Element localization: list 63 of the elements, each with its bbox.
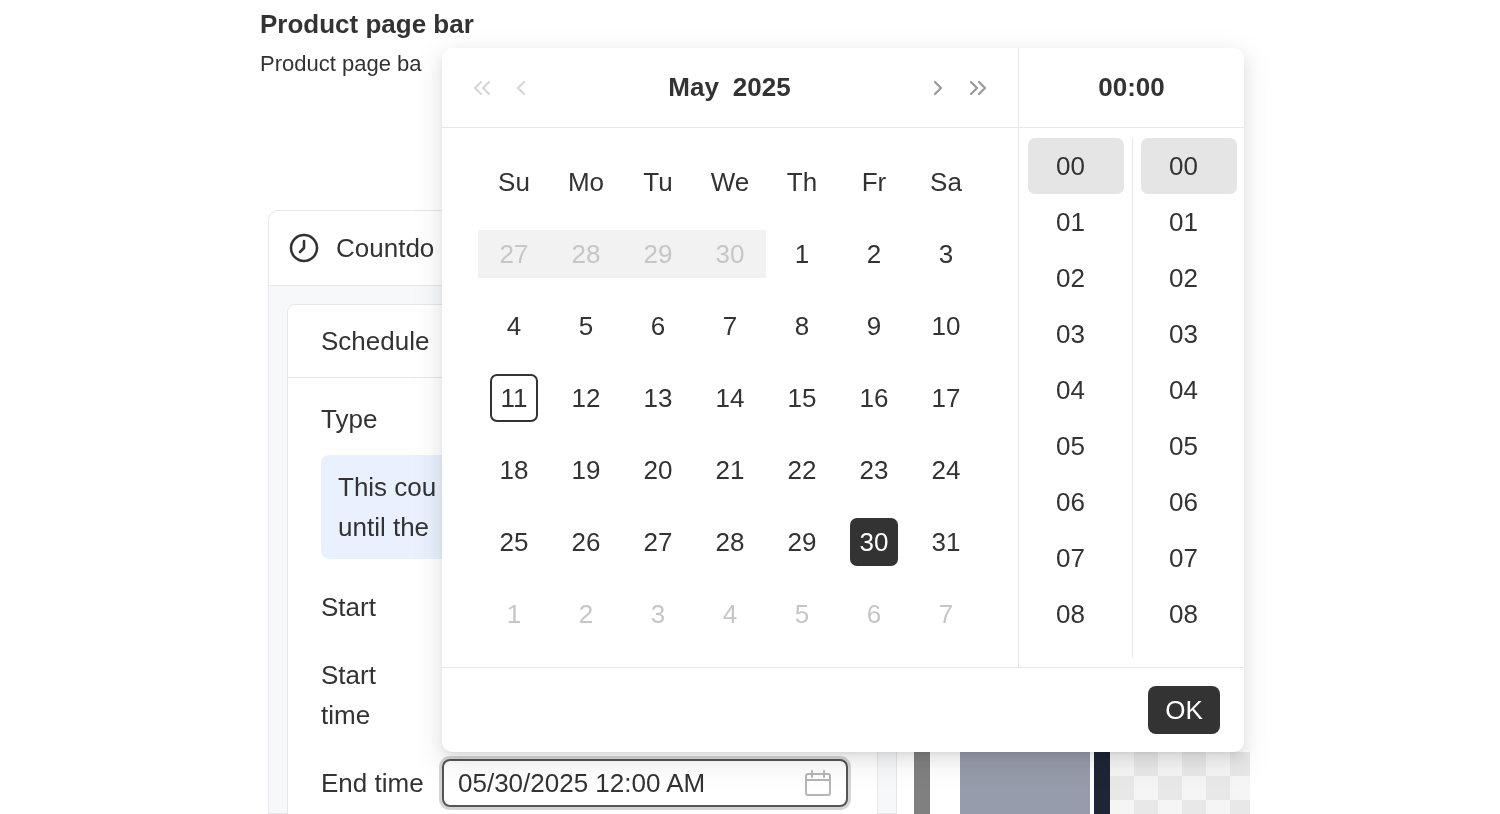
calendar-day[interactable]: 8 bbox=[778, 302, 826, 350]
calendar-day[interactable]: 4 bbox=[490, 302, 538, 350]
page-subtitle: Product page ba bbox=[260, 50, 422, 78]
page-title: Product page bar bbox=[260, 8, 474, 41]
hour-option[interactable]: 06 bbox=[1028, 474, 1124, 530]
hour-option[interactable]: 08 bbox=[1028, 586, 1124, 642]
field-label: Start bbox=[321, 591, 377, 624]
weekday-label: Mo bbox=[567, 165, 605, 199]
minute-option[interactable]: 07 bbox=[1141, 530, 1237, 586]
calendar-day[interactable]: 16 bbox=[850, 374, 898, 422]
weekday-label: Th bbox=[786, 165, 818, 199]
section-title: Schedule bbox=[321, 324, 430, 358]
field-label: Type bbox=[321, 403, 378, 436]
calendar-day[interactable]: 13 bbox=[634, 374, 682, 422]
weekday-label: Tu bbox=[643, 165, 673, 199]
minute-option[interactable]: 04 bbox=[1141, 362, 1237, 418]
weekday-label: Sa bbox=[930, 165, 962, 199]
calendar-day[interactable]: 30 bbox=[850, 518, 898, 566]
minute-option[interactable]: 06 bbox=[1141, 474, 1237, 530]
calendar-day[interactable]: 11 bbox=[490, 374, 538, 422]
calendar-day[interactable]: 14 bbox=[706, 374, 754, 422]
weekday-label: Fr bbox=[861, 165, 887, 199]
calendar-day[interactable]: 24 bbox=[922, 446, 970, 494]
minute-option[interactable]: 02 bbox=[1141, 250, 1237, 306]
hour-option[interactable]: 00 bbox=[1028, 138, 1124, 194]
hour-option[interactable]: 05 bbox=[1028, 418, 1124, 474]
weekday-label: Su bbox=[498, 165, 530, 199]
calendar-day[interactable]: 1 bbox=[778, 230, 826, 278]
calendar-day[interactable]: 2 bbox=[850, 230, 898, 278]
weekday-label: We bbox=[710, 165, 750, 199]
calendar-day[interactable]: 17 bbox=[922, 374, 970, 422]
field-label: End time bbox=[321, 768, 424, 798]
preview-strip bbox=[1094, 752, 1110, 814]
minute-option[interactable]: 03 bbox=[1141, 306, 1237, 362]
hour-option[interactable]: 04 bbox=[1028, 362, 1124, 418]
date-time-input[interactable]: 05/30/2025 12:00 AM bbox=[442, 759, 848, 807]
calendar-icon bbox=[804, 769, 832, 797]
calendar-day[interactable]: 12 bbox=[562, 374, 610, 422]
hour-option[interactable]: 01 bbox=[1028, 194, 1124, 250]
ok-button[interactable]: OK bbox=[1148, 686, 1220, 734]
preview-strip bbox=[914, 752, 930, 814]
hour-option[interactable]: 03 bbox=[1028, 306, 1124, 362]
field-label: Start time bbox=[321, 659, 377, 732]
minute-option[interactable]: 08 bbox=[1141, 586, 1237, 642]
calendar-day[interactable]: 5 bbox=[562, 302, 610, 350]
hour-option[interactable]: 07 bbox=[1028, 530, 1124, 586]
calendar-day[interactable]: 15 bbox=[778, 374, 826, 422]
hour-option[interactable]: 02 bbox=[1028, 250, 1124, 306]
minute-option[interactable]: 01 bbox=[1141, 194, 1237, 250]
minute-option[interactable]: 00 bbox=[1141, 138, 1237, 194]
calendar-day[interactable]: 3 bbox=[922, 230, 970, 278]
minute-option[interactable]: 05 bbox=[1141, 418, 1237, 474]
month-label[interactable]: May bbox=[668, 68, 719, 107]
clock-icon bbox=[289, 233, 319, 263]
year-label[interactable]: 2025 bbox=[732, 68, 791, 107]
calendar-day[interactable]: 10 bbox=[922, 302, 970, 350]
calendar-day[interactable]: 23 bbox=[850, 446, 898, 494]
calendar-day[interactable]: 9 bbox=[850, 302, 898, 350]
selected-time: 00:00 bbox=[1098, 71, 1165, 104]
card-title: Countdo bbox=[336, 231, 435, 265]
calendar-day[interactable]: 31 bbox=[922, 518, 970, 566]
calendar-day[interactable]: 6 bbox=[634, 302, 682, 350]
calendar-day[interactable]: 7 bbox=[706, 302, 754, 350]
